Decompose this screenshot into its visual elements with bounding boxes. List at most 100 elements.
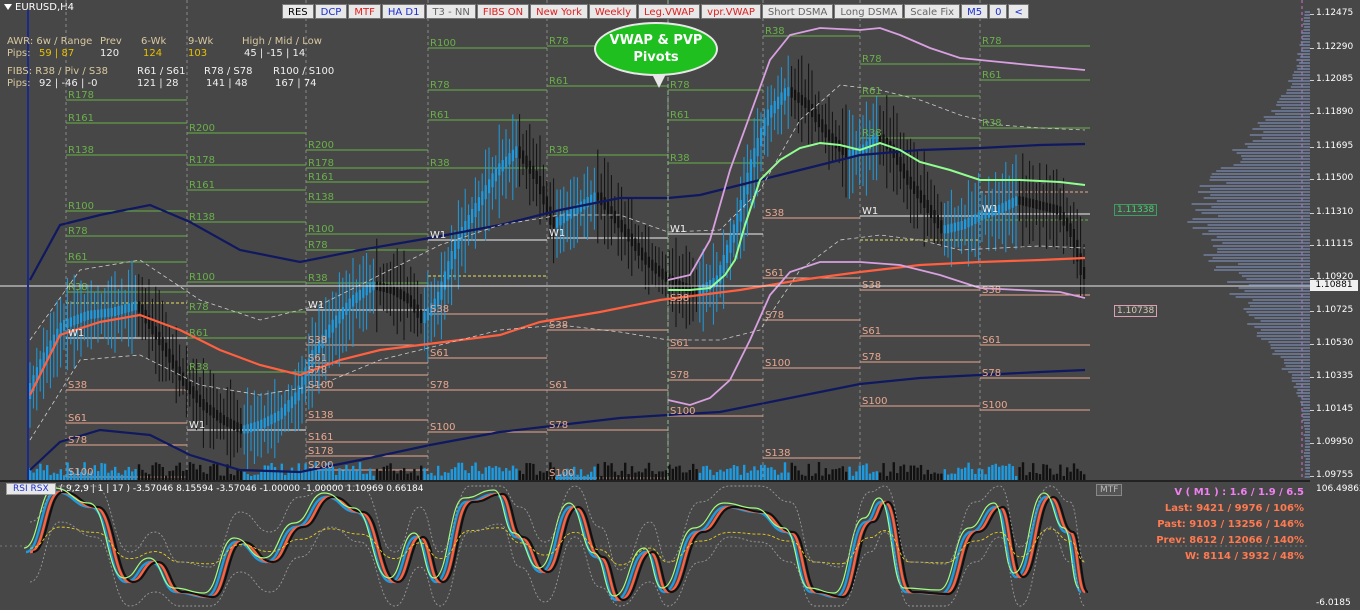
volume-bar [450,469,453,480]
vwap-pvp-callout: VWAP & PVP Pivots [594,22,718,88]
toolbar-button-long-dsma[interactable]: Long DSMA [834,4,904,19]
volume-bar [420,465,423,480]
volume-bar [855,471,858,480]
toolbar-button-mtf[interactable]: MTF [348,4,381,19]
toolbar-button-scale-fix[interactable]: Scale Fix [904,4,961,19]
toolbar-button-[interactable]: < [1008,4,1029,19]
bear-candle-body [1038,200,1041,210]
pivot-level-label: S38 [670,293,689,304]
toolbar-button-short-dsma[interactable]: Short DSMA [761,4,834,19]
volume-bar [817,462,821,480]
volume-bar [624,462,627,480]
pivot-level-label: W1 [862,206,878,217]
hml-label: High / Mid / Low [242,36,322,47]
bull-candle-body [977,212,980,223]
volume-bar [399,470,402,480]
price-tick-mark [1310,213,1314,214]
volume-stats: V ( M1 ) : 1.6 / 1.9 / 6.5 Last: 9421 / … [1156,485,1304,565]
bear-candle-body [913,181,916,194]
bear-candle-body [525,155,528,169]
toolbar-button-0[interactable]: 0 [989,4,1008,19]
mtf-button[interactable]: MTF [1096,484,1123,496]
price-tick-mark [1310,311,1314,312]
volume-bar [634,472,637,480]
volume-bar [709,469,712,480]
bull-candle-body [474,203,477,218]
toolbar-button-ha-d1[interactable]: HA D1 [381,4,426,19]
volume-bar [35,468,39,480]
volume-bar [1042,464,1045,480]
bear-candle-body [940,220,943,234]
bear-candle-body [930,205,933,219]
volume-bar [216,464,219,480]
volume-bar [188,462,192,480]
wk9-value: 103 [188,48,208,59]
pivot-level-label: R61 [430,110,450,121]
volume-bar [729,468,732,480]
volume-bar [236,469,239,480]
bear-candle-body [607,201,610,215]
bull-candle-body [253,422,256,432]
toolbar-button-t3-nn[interactable]: T3 - NN [426,4,476,19]
bear-candle-body [817,114,820,128]
volume-bar [756,470,759,480]
bull-candle-body [705,282,708,293]
osc-bottom-tick: -6.0185 [1316,598,1351,608]
bull-candle-body [488,179,491,194]
pivot-level-label: R78 [68,226,88,237]
bull-candle-body [447,261,450,280]
bear-candle-body [1066,217,1069,232]
volume-bar [743,464,746,480]
volume-bar [382,466,385,480]
bull-candle-body [331,319,334,333]
r61-label: R61 / S61 [137,66,186,77]
toolbar-button-res[interactable]: RES [282,4,314,19]
rsi-rsx-button[interactable]: RSI RSX [6,483,56,495]
pivot-level-label: R178 [308,158,334,169]
bear-candle-body [386,284,389,293]
bull-candle-body [787,87,790,97]
bull-candle-body [280,407,283,420]
toolbar-button-leg-vwap[interactable]: Leg.VWAP [638,4,701,19]
rsi-oscillator-pane[interactable] [0,482,1310,610]
bear-candle-body [222,415,225,426]
pivot-level-label: R161 [308,172,334,183]
price-tick-mark [1310,48,1314,49]
price-tick-mark [1310,14,1314,15]
volume-bar [39,463,42,480]
toolbar-button-weekly[interactable]: Weekly [588,4,638,19]
bull-candle-body [505,156,508,168]
pivot-level-label: R78 [430,80,450,91]
volume-bar [1035,473,1038,480]
toolbar-button-new-york[interactable]: New York [530,4,588,19]
prev-value: 120 [100,48,120,59]
bull-candle-body [355,292,358,303]
pivot-level-label: S100 [670,406,695,417]
price-tick-mark [1310,410,1314,411]
volume-bar [141,469,144,480]
bull-candle-body [484,185,487,200]
volume-bar [1011,466,1014,480]
chart-window[interactable]: EURUSD,H4 R178 R161 R138 R100 R78 R61 R38 W1 S38… [0,0,1360,610]
bear-candle-body [535,170,538,184]
toolbar-button-m5[interactable]: M5 [961,4,989,19]
volume-bar [471,465,474,480]
pivot-level-label: S78 [670,370,689,381]
volume-bar [753,466,756,480]
volume-bar [794,465,797,480]
bull-candle-body [998,204,1001,215]
toolbar-button-vpr-vwap[interactable]: vpr.VWAP [701,4,761,19]
pivot-level-label: R161 [68,113,94,124]
toolbar-button-fibs-on[interactable]: FIBS ON [476,4,530,19]
volume-bar [46,465,49,480]
volume-bar [161,467,164,480]
volume-bar [824,468,827,480]
bear-candle-body [202,399,205,411]
bear-candle-body [800,94,803,106]
bear-candle-body [804,97,807,108]
toolbar-button-dcp[interactable]: DCP [314,4,348,19]
bull-candle-body [1004,201,1007,212]
volume-bar [913,465,916,480]
volume-bar [1032,463,1035,480]
bull-candle-body [770,105,773,118]
